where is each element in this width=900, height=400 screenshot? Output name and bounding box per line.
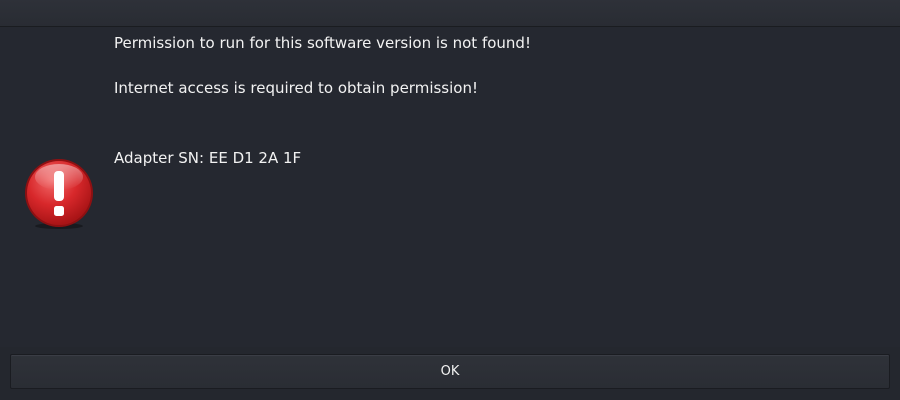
message-internet-required: Internet access is required to obtain pe… (114, 79, 478, 97)
error-exclamation-icon (22, 157, 96, 231)
dialog-footer: OK (0, 347, 900, 400)
ok-button[interactable]: OK (10, 354, 890, 389)
message-adapter-sn: Adapter SN: EE D1 2A 1F (114, 149, 302, 167)
dialog-content: Permission to run for this software vers… (0, 27, 900, 347)
error-dialog: Permission to run for this software vers… (0, 0, 900, 400)
message-permission-not-found: Permission to run for this software vers… (114, 34, 531, 52)
dialog-titlebar[interactable] (0, 0, 900, 27)
